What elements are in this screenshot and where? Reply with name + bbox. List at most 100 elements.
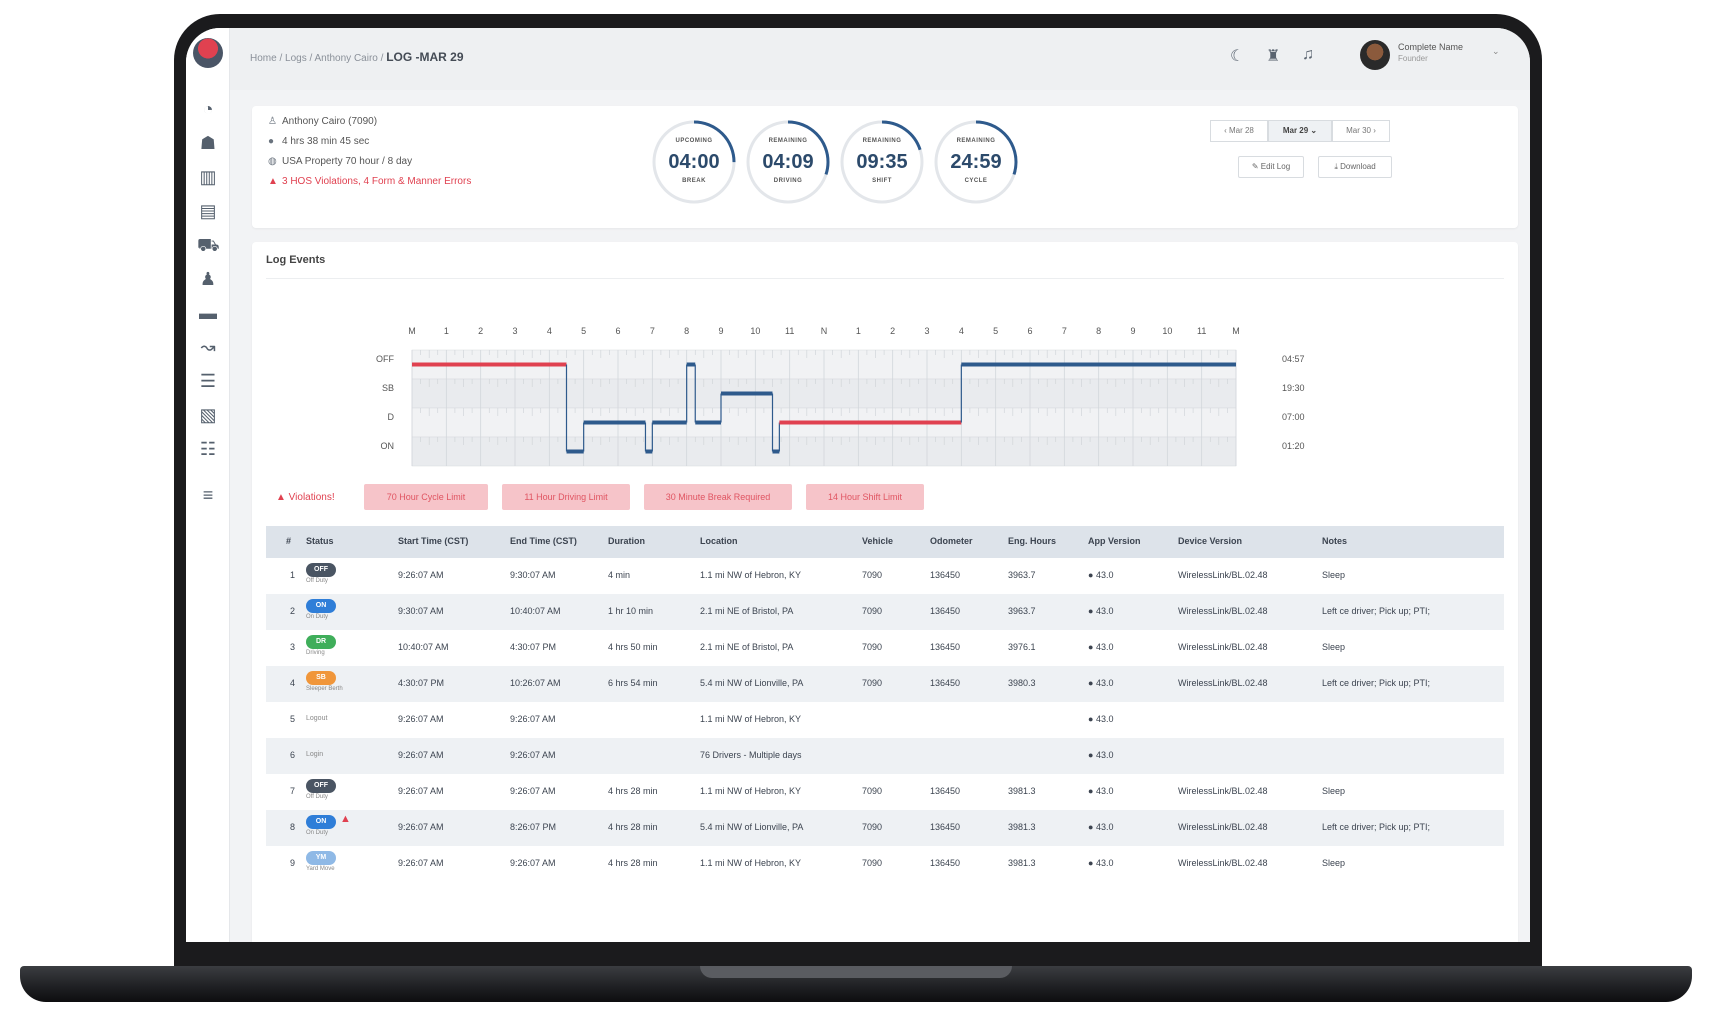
column-header[interactable]: Start Time (CST) (398, 536, 468, 546)
cell-n: 3 (290, 642, 296, 652)
column-header[interactable]: Odometer (930, 536, 973, 546)
dashboard-gauge-icon[interactable]: ◔ (197, 98, 219, 120)
column-header[interactable]: Location (700, 536, 738, 546)
cell-notes: Sleep (1322, 858, 1346, 868)
cell-app-version: ● 43.0 (1088, 714, 1113, 724)
reports-chart-icon[interactable]: ▥ (197, 166, 219, 188)
cell-dur: 4 hrs 50 min (608, 642, 658, 652)
status-event-label: Logout (306, 715, 328, 722)
cell-app-version: ● 43.0 (1088, 786, 1113, 796)
cell-end: 4:30:07 PM (510, 642, 557, 652)
status-badge: DR (306, 635, 336, 649)
warning-icon: ▲ (268, 176, 278, 187)
warning-icon[interactable]: ▲ (340, 813, 351, 825)
cell-veh: 7090 (862, 642, 883, 652)
chevron-down-icon[interactable]: ⌄ (1492, 46, 1500, 57)
status-badge: SB (306, 671, 336, 685)
cell-n: 5 (290, 714, 296, 724)
cell-loc: 1.1 mi NW of Hebron, KY (700, 858, 802, 868)
cell-app-version: ● 43.0 (1088, 642, 1113, 652)
notification-bell-icon[interactable]: ♫ (1302, 46, 1314, 64)
table-row[interactable]: 4 4:30:07 PM 10:26:07 AM 6 hrs 54 min 5.4 mi… (266, 666, 1504, 702)
column-header[interactable]: Notes (1322, 536, 1347, 546)
violations-text: 3 HOS Violations, 4 Form & Manner Errors (282, 176, 472, 187)
drivers-icon[interactable]: ☗ (197, 132, 219, 154)
table-row[interactable]: 7 9:26:07 AM 9:26:07 AM 4 hrs 28 min 1.1 mi … (266, 774, 1504, 810)
logs-icon[interactable]: ▤ (197, 200, 219, 222)
alerts-icon[interactable]: ♜ (1266, 46, 1280, 66)
gauge-bottom-label: DRIVING (773, 178, 803, 184)
list-icon[interactable]: ☰ (197, 370, 219, 392)
app-screen: ◔ ☗ ▥ ▤ ⛟ ♟ ▬ ↝ ☰ ▧ ☷ ≡ Home / Logs / An… (186, 28, 1530, 942)
breadcrumb-path[interactable]: Home / Logs / Anthony Cairo / (250, 53, 386, 64)
app-logo[interactable] (193, 38, 223, 68)
document-icon[interactable]: ▧ (197, 404, 219, 426)
user-role: Founder (1398, 54, 1428, 63)
status-sublabel: Sleeper Berth (306, 686, 343, 692)
eld-graph (411, 349, 1237, 467)
edit-log-button[interactable]: ✎ Edit Log (1238, 156, 1304, 178)
dark-mode-moon-icon[interactable]: ☾ (1230, 46, 1244, 66)
laptop-base (20, 966, 1692, 1002)
cell-start: 10:40:07 AM (398, 642, 449, 652)
column-header[interactable]: Status (306, 536, 334, 546)
gauge-top-label: REMAINING (768, 138, 808, 144)
prev-date-button[interactable]: ‹ Mar 28 (1210, 120, 1268, 142)
violation-chip[interactable]: 14 Hour Shift Limit (806, 484, 924, 510)
top-header: Home / Logs / Anthony Cairo / LOG -MAR 2… (230, 28, 1530, 90)
cell-n: 8 (290, 822, 296, 832)
table-row[interactable]: 5 9:26:07 AM 9:26:07 AM 1.1 mi NW of Hebron… (266, 702, 1504, 738)
avatar[interactable] (1360, 40, 1390, 70)
cell-eng: 3963.7 (1008, 570, 1036, 580)
table-row[interactable]: 2 9:30:07 AM 10:40:07 AM 1 hr 10 min 2.1 mi … (266, 594, 1504, 630)
cell-odo: 136450 (930, 858, 961, 868)
status-badge: ON (306, 815, 336, 829)
column-header[interactable]: # (286, 536, 291, 546)
violation-chip[interactable]: 11 Hour Driving Limit (502, 484, 630, 510)
table-row[interactable]: 8 9:26:07 AM 8:26:07 PM 4 hrs 28 min 5.4 mi … (266, 810, 1504, 846)
violations-info[interactable]: ▲ 3 HOS Violations, 4 Form & Manner Error… (268, 176, 471, 187)
team-icon[interactable]: ☷ (197, 438, 219, 460)
user-icon[interactable]: ♟ (197, 268, 219, 290)
cell-start: 9:26:07 AM (398, 786, 444, 796)
cell-n: 9 (290, 858, 296, 868)
violation-chip[interactable]: 70 Hour Cycle Limit (364, 484, 488, 510)
route-icon[interactable]: ↝ (197, 336, 219, 358)
table-row[interactable]: 1 9:26:07 AM 9:30:07 AM 4 min 1.1 mi NW of H… (266, 558, 1504, 594)
gauge-bottom-label: CYCLE (964, 178, 988, 184)
table-row[interactable]: 3 10:40:07 AM 4:30:07 PM 4 hrs 50 min 2.1 mi… (266, 630, 1504, 666)
violation-chip[interactable]: 30 Minute Break Required (644, 484, 792, 510)
table-row[interactable]: 6 9:26:07 AM 9:26:07 AM 76 Drivers - Multip… (266, 738, 1504, 774)
next-date-button[interactable]: Mar 30 › (1332, 120, 1390, 142)
date-select[interactable]: Mar 29 ⌄ (1268, 120, 1332, 142)
column-header[interactable]: App Version (1088, 536, 1141, 546)
user-name[interactable]: Complete Name (1398, 42, 1463, 52)
person-icon: ♙ (268, 116, 277, 127)
cell-dev: WirelessLink/BL.02.48 (1178, 678, 1268, 688)
truck-icon[interactable]: ▬ (197, 302, 219, 324)
column-header[interactable]: Vehicle (862, 536, 893, 546)
table-row[interactable]: 9 9:26:07 AM 9:26:07 AM 4 hrs 28 min 1.1 mi … (266, 846, 1504, 882)
app-version-text: 43.0 (1093, 750, 1114, 760)
cell-veh: 7090 (862, 822, 883, 832)
cell-dev: WirelessLink/BL.02.48 (1178, 642, 1268, 652)
cell-app-version: ● 43.0 (1088, 858, 1113, 868)
status-sublabel: Yard Move (306, 866, 335, 872)
column-header[interactable]: Eng. Hours (1008, 536, 1056, 546)
column-header[interactable]: End Time (CST) (510, 536, 577, 546)
gauge-value: 04:00 (668, 151, 720, 173)
cell-odo: 136450 (930, 570, 961, 580)
vehicles-icon[interactable]: ⛟ (197, 234, 220, 256)
status-event-label: Login (306, 751, 324, 758)
cell-n: 7 (290, 786, 296, 796)
cell-loc: 2.1 mi NE of Bristol, PA (700, 642, 794, 652)
driver-info: ♙ Anthony Cairo (7090) (268, 116, 377, 127)
cell-odo: 136450 (930, 786, 961, 796)
gauge-value: 24:59 (950, 151, 1002, 173)
column-header[interactable]: Duration (608, 536, 645, 546)
column-header[interactable]: Device Version (1178, 536, 1242, 546)
cell-notes: Sleep (1322, 642, 1346, 652)
settings-sliders-icon[interactable]: ≡ (197, 484, 219, 506)
cell-dev: WirelessLink/BL.02.48 (1178, 858, 1268, 868)
download-button[interactable]: ⤓ Download (1318, 156, 1392, 178)
